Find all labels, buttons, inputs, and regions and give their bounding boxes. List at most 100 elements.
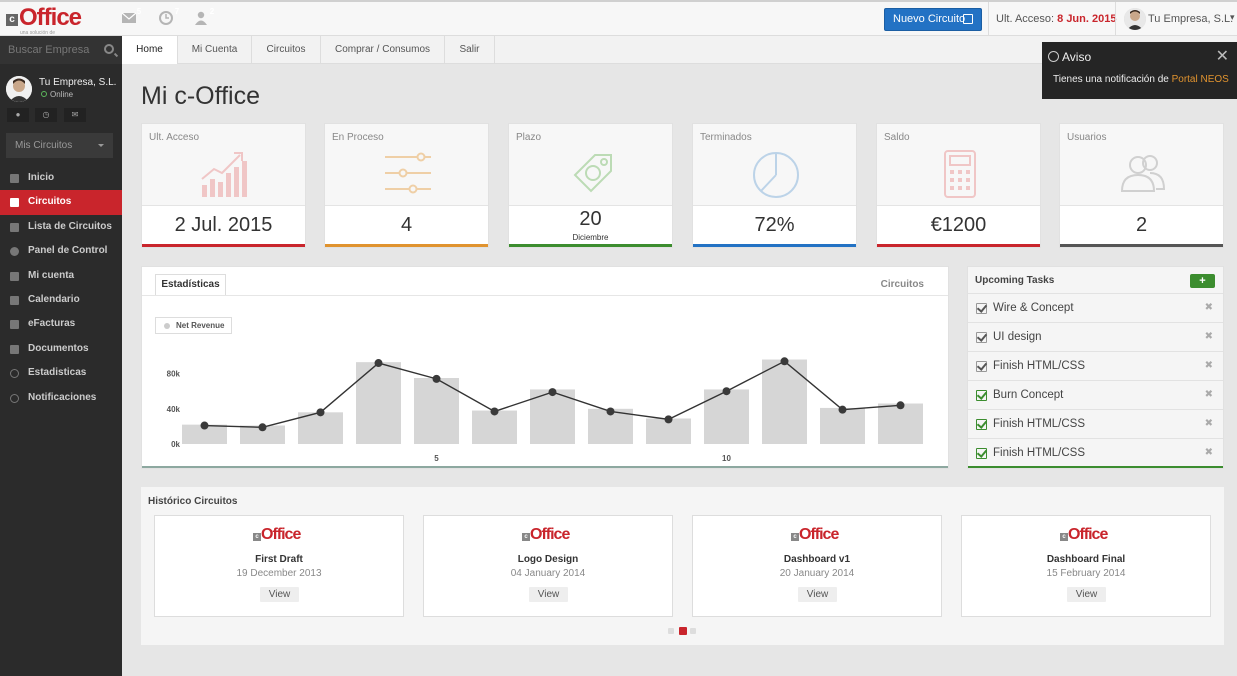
bar-chart-icon <box>201 152 247 197</box>
stat-saldo[interactable]: Saldo €1200 <box>876 123 1041 248</box>
dashboard-icon <box>10 247 19 257</box>
toast-link[interactable]: Portal NEOS <box>1172 74 1229 85</box>
view-button[interactable]: View <box>798 587 837 602</box>
profile-mail-button[interactable]: ✉ <box>64 108 86 122</box>
stat-ult-acceso[interactable]: Ult. Acceso 2 Jul. 2015 <box>141 123 306 248</box>
price-tag-icon <box>573 154 612 193</box>
carousel-dot[interactable] <box>668 628 674 634</box>
task-item[interactable]: Finish HTML/CSS ✖ <box>968 409 1223 438</box>
chart-point <box>838 405 847 414</box>
mail-badge: 5 <box>136 7 142 16</box>
search-icon[interactable] <box>104 44 114 54</box>
remove-task-icon[interactable]: ✖ <box>1205 323 1213 351</box>
carousel-dot-active[interactable] <box>679 627 687 635</box>
task-checkbox[interactable] <box>976 390 987 401</box>
stat-accent-bar <box>142 244 305 247</box>
top-bar: c Office una solución de 5 7 2 Nuevo Cir… <box>0 0 1237 38</box>
sidebar-item-label: Circuitos <box>28 196 72 208</box>
sidebar-item-calendario[interactable]: Calendario <box>0 288 122 312</box>
view-button[interactable]: View <box>529 587 568 602</box>
chart-point <box>548 388 557 397</box>
stat-label: Saldo <box>884 132 910 143</box>
card-date: 20 January 2014 <box>779 568 855 579</box>
tasks-bottom-border <box>968 466 1223 468</box>
stat-plazo[interactable]: Plazo 20 Diciembre <box>508 123 673 248</box>
task-checkbox[interactable] <box>976 361 987 372</box>
sidebar-item-estadisticas[interactable]: Estadisticas <box>0 361 122 385</box>
add-task-button[interactable]: + <box>1190 274 1215 288</box>
tab-comprar-consumos[interactable]: Comprar / Consumos <box>321 36 445 64</box>
sidebar-item-documentos[interactable]: Documentos <box>0 337 122 361</box>
history-card[interactable]: c Office Dashboard Final 15 February 2014… <box>961 515 1211 617</box>
remove-task-icon[interactable]: ✖ <box>1205 381 1213 409</box>
task-checkbox[interactable] <box>976 332 987 343</box>
stat-en-proceso[interactable]: En Proceso 4 <box>324 123 489 248</box>
sliders-icon <box>385 152 431 194</box>
sidebar-item-panel-de-control[interactable]: Panel de Control <box>0 239 122 263</box>
sidebar-item-lista-de-circuitos[interactable]: Lista de Circuitos <box>0 215 122 239</box>
stat-usuarios[interactable]: Usuarios 2 <box>1059 123 1224 248</box>
tab-home[interactable]: Home <box>122 36 178 64</box>
carousel-dot[interactable] <box>690 628 696 634</box>
task-item[interactable]: Finish HTML/CSS ✖ <box>968 351 1223 380</box>
history-card[interactable]: c Office Dashboard v1 20 January 2014 Vie… <box>692 515 942 617</box>
logo-c-mark: c <box>1060 533 1068 541</box>
task-item[interactable]: Finish HTML/CSS ✖ <box>968 438 1223 467</box>
stat-subvalue: Diciembre <box>572 233 609 242</box>
c-office-logo: c Office <box>253 526 309 546</box>
sidebar-item-mi-cuenta[interactable]: Mi cuenta <box>0 264 122 288</box>
task-checkbox[interactable] <box>976 303 987 314</box>
c-office-logo[interactable]: c Office una solución de <box>6 4 116 36</box>
sidebar-item-notificaciones[interactable]: Notificaciones <box>0 386 122 410</box>
stat-label: Terminados <box>700 132 752 143</box>
remove-task-icon[interactable]: ✖ <box>1205 294 1213 322</box>
sidebar: Buscar Empresa Tu Empresa, S.L. Online ●… <box>0 36 122 676</box>
history-card[interactable]: c Office First Draft 19 December 2013 Vie… <box>154 515 404 617</box>
sidebar-item-circuitos[interactable]: Circuitos <box>0 190 122 215</box>
tab-mi-cuenta[interactable]: Mi Cuenta <box>178 36 252 64</box>
sidebar-item-inicio[interactable]: Inicio <box>0 166 122 190</box>
logo-wordmark: Office <box>1068 526 1108 543</box>
tab-chart-circuitos[interactable]: Circuitos <box>881 279 924 290</box>
y-tick-label: 40k <box>167 405 181 414</box>
task-item[interactable]: UI design ✖ <box>968 322 1223 351</box>
circle-icon <box>10 393 19 403</box>
close-icon[interactable]: ✕ <box>1216 46 1229 66</box>
sidebar-item-label: Lista de Circuitos <box>28 220 112 232</box>
divider <box>1115 2 1116 38</box>
chart-bottom-border <box>142 466 948 468</box>
history-card[interactable]: c Office Logo Design 04 January 2014 View <box>423 515 673 617</box>
stat-value: 20 <box>579 208 602 230</box>
nuevo-circuito-button[interactable]: Nuevo Circuito <box>884 8 982 31</box>
chart-point <box>374 359 383 368</box>
mis-circuitos-dropdown[interactable]: Mis Circuitos <box>6 133 113 158</box>
view-button[interactable]: View <box>1067 587 1106 602</box>
card-date: 19 December 2013 <box>236 568 322 579</box>
remove-task-icon[interactable]: ✖ <box>1205 352 1213 380</box>
clock-badge: 7 <box>174 7 180 16</box>
divider <box>988 2 989 38</box>
sidebar-item-label: Notificaciones <box>28 391 97 403</box>
task-item[interactable]: Burn Concept ✖ <box>968 380 1223 409</box>
remove-task-icon[interactable]: ✖ <box>1205 439 1213 467</box>
tab-salir[interactable]: Salir <box>445 36 495 64</box>
task-checkbox[interactable] <box>976 448 987 459</box>
task-checkbox[interactable] <box>976 419 987 430</box>
remove-task-icon[interactable]: ✖ <box>1205 410 1213 438</box>
stat-value: 4 <box>400 214 413 236</box>
profile-clock-button[interactable]: ◷ <box>35 108 57 122</box>
tab-circuitos[interactable]: Circuitos <box>252 36 321 64</box>
profile-user-button[interactable]: ● <box>7 108 29 122</box>
logo-c-mark: c <box>253 533 261 541</box>
tab-estadisticas[interactable]: Estadísticas <box>155 274 226 295</box>
list-icon <box>10 222 19 232</box>
chevron-down-icon: ▾ <box>1230 12 1235 22</box>
chart-legend[interactable]: Net Revenue <box>155 317 233 334</box>
y-tick-label: 80k <box>167 370 181 379</box>
search-input[interactable]: Buscar Empresa <box>0 36 122 64</box>
stat-label: Usuarios <box>1067 132 1107 143</box>
stat-terminados[interactable]: Terminados 72% <box>692 123 857 248</box>
task-item[interactable]: Wire & Concept ✖ <box>968 293 1223 322</box>
sidebar-item-efacturas[interactable]: eFacturas <box>0 312 122 336</box>
view-button[interactable]: View <box>260 587 299 602</box>
